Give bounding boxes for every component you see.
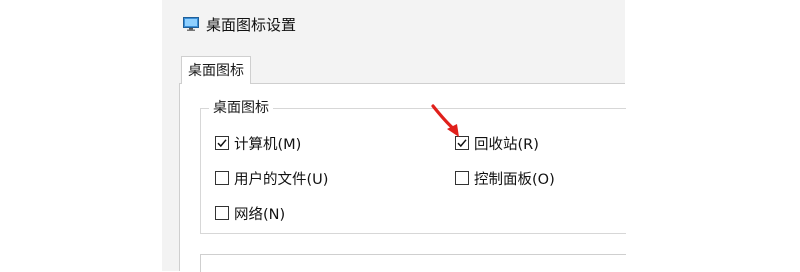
tab-desktop-icons[interactable]: 桌面图标 <box>181 56 251 84</box>
red-arrow-icon <box>431 104 459 137</box>
